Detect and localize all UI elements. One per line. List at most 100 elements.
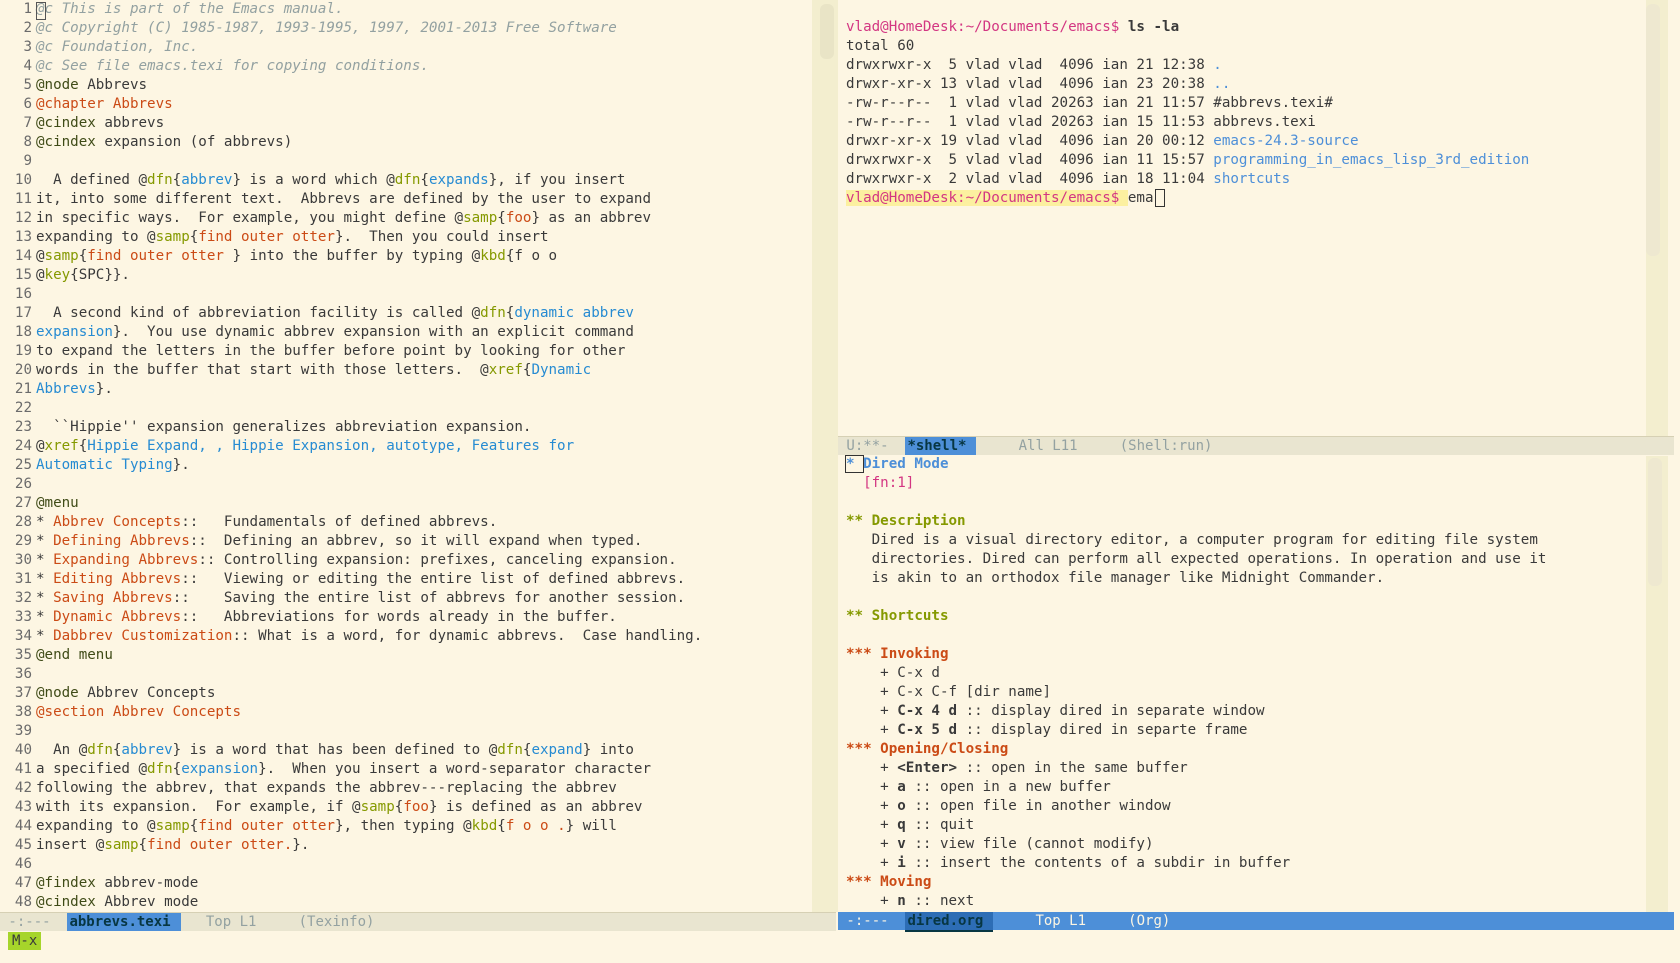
line-number: 10 (14, 172, 32, 188)
code-token: { (420, 172, 429, 188)
code-token: A defined @ (36, 172, 148, 188)
line-number: 4 (23, 58, 32, 74)
code-token: foo (403, 799, 429, 815)
code-token: it, into some different text. Abbrevs ar… (36, 191, 651, 207)
org-line: + C-x 5 d :: display dired in separte fr… (846, 721, 1247, 740)
code-token: @chapter Abbrevs (36, 96, 173, 112)
line-number: 39 (14, 723, 32, 739)
org-line: + i :: insert the contents of a subdir i… (846, 854, 1290, 873)
code-token: } is defined as an abbrev (428, 799, 643, 815)
shell-line: total 60 (846, 37, 914, 56)
org-text: :: quit (905, 817, 975, 833)
line-number: 35 (14, 647, 32, 663)
line-number: 37 (14, 685, 32, 701)
code-token: * (36, 533, 54, 549)
code-line: to expand the letters in the buffer befo… (36, 342, 625, 361)
code-line: @c This is part of the Emacs manual. (36, 0, 344, 19)
line-number: 8 (23, 134, 32, 150)
code-token: samp (104, 837, 139, 853)
code-token: @cindex (36, 115, 96, 131)
ls-output: drwxr-xr-x 19 vlad vlad 4096 ian 20 00:1… (846, 133, 1214, 149)
code-token: @ (36, 438, 45, 454)
code-token: @c Copyright (C) 1985-1987, 1993-1995, 1… (36, 20, 617, 36)
org-line: *** Opening/Closing (846, 740, 1008, 759)
line-number: 16 (14, 286, 32, 302)
major-mode[interactable]: (Org) (1128, 913, 1170, 929)
code-line: @c Copyright (C) 1985-1987, 1993-1995, 1… (36, 19, 617, 38)
org-line: + <Enter> :: open in the same buffer (846, 759, 1188, 778)
line-number: 17 (14, 305, 32, 321)
line-number: 22 (14, 400, 32, 416)
org-heading-text: Shortcuts (871, 608, 949, 624)
shell-line: -rw-r--r-- 1 vlad vlad 20263 ian 15 11:5… (846, 113, 1316, 132)
shell-scrollbar-thumb[interactable] (1646, 4, 1660, 256)
code-line: @menu (36, 494, 79, 513)
code-token: } will (565, 818, 617, 834)
org-heading-stars: ** (846, 608, 872, 624)
code-token: dfn (147, 172, 173, 188)
shell-input: ema (1127, 190, 1154, 206)
org-line: + C-x d (846, 664, 940, 683)
line-number: 9 (23, 153, 32, 169)
code-token: expansion (of abbrevs) (95, 134, 293, 150)
shell-line: vlad@HomeDesk:~/Documents/emacs$ ls -la (846, 18, 1179, 37)
org-line: ** Shortcuts (846, 607, 949, 626)
code-token: { (78, 438, 88, 454)
major-mode[interactable]: (Texinfo) (299, 914, 375, 930)
dired-org-pane[interactable]: * Dired Mode [fn:1] ** Description Dired … (838, 455, 1646, 912)
org-line: + o :: open file in another window (846, 797, 1170, 816)
code-line: @cindex Abbrev mode (36, 893, 198, 912)
buffer-name[interactable]: abbrevs.texi (67, 913, 181, 931)
ls-entry-name: shortcuts (1213, 171, 1291, 187)
texinfo-editor-pane[interactable]: 1 2 3 4 5 6 7 8 9 10 11 12 13 14 15 16 17 18 19 20 21 22 23 24 2… (0, 0, 820, 912)
code-line: @samp{find outer otter } into the buffer… (36, 247, 557, 266)
org-text: + (846, 703, 898, 719)
code-token: expansion (36, 324, 113, 340)
org-text: :: display dired in separte frame (957, 722, 1248, 738)
buffer-state: -:--- (0, 914, 68, 930)
code-line: @node Abbrev Concepts (36, 684, 215, 703)
code-token: * (36, 628, 54, 644)
org-text: + (846, 817, 898, 833)
code-line: A defined @dfn{abbrev} is a word which @… (36, 171, 625, 190)
code-line: Abbrevs}. (36, 380, 113, 399)
minibuffer[interactable] (0, 932, 1680, 963)
code-line: @c See file emacs.texi for copying condi… (36, 57, 429, 76)
code-token: samp (44, 248, 79, 264)
ls-output: drwxrwxr-x 2 vlad vlad 4096 ian 18 11:04 (846, 171, 1214, 187)
line-number: 13 (14, 229, 32, 245)
org-line: + q :: quit (846, 816, 974, 835)
org-text: :: next (905, 893, 975, 909)
code-token: @c See file emacs.texi for copying condi… (36, 58, 429, 74)
buffer-name[interactable]: dired.org (905, 912, 994, 932)
code-token: following the abbrev, that expands the a… (36, 780, 617, 796)
dired-scrollbar-thumb[interactable] (1648, 458, 1662, 586)
line-number: 19 (14, 343, 32, 359)
org-line: ** Description (846, 512, 966, 531)
major-mode[interactable]: (Shell:run) (1120, 438, 1213, 454)
code-token: Abbrev Concepts (53, 514, 182, 530)
org-heading-stars: *** (846, 874, 881, 890)
line-number: 2 (23, 20, 32, 36)
code-token: { (497, 818, 506, 834)
ls-output: drwxrwxr-x 5 vlad vlad 4096 ian 11 15:57 (846, 152, 1214, 168)
line-number: 44 (14, 818, 32, 834)
ls-output: drwxr-xr-x 13 vlad vlad 4096 ian 23 20:3… (846, 76, 1214, 92)
window-divider[interactable] (812, 0, 838, 912)
code-token: expands (428, 172, 489, 188)
line-number: 27 (14, 495, 32, 511)
code-token: to expand the letters in the buffer befo… (36, 343, 626, 359)
buffer-name[interactable]: *shell* (905, 437, 977, 455)
code-token: abbrev-mode (95, 875, 199, 891)
line-number: 47 (14, 875, 32, 891)
shell-pane[interactable]: vlad@HomeDesk:~/Documents/emacs$ ls -la t… (838, 0, 1646, 436)
org-line: + a :: open in a new buffer (846, 778, 1111, 797)
code-line: @cindex abbrevs (36, 114, 164, 133)
org-heading-text: Moving (880, 874, 932, 890)
left-scrollbar-thumb[interactable] (820, 4, 834, 59)
line-number: 21 (14, 381, 32, 397)
org-text: + (846, 779, 898, 795)
ls-output: drwxrwxr-x 5 vlad vlad 4096 ian 21 12:38 (846, 57, 1214, 73)
org-line: *** Invoking (846, 645, 949, 664)
line-number: 34 (14, 628, 32, 644)
